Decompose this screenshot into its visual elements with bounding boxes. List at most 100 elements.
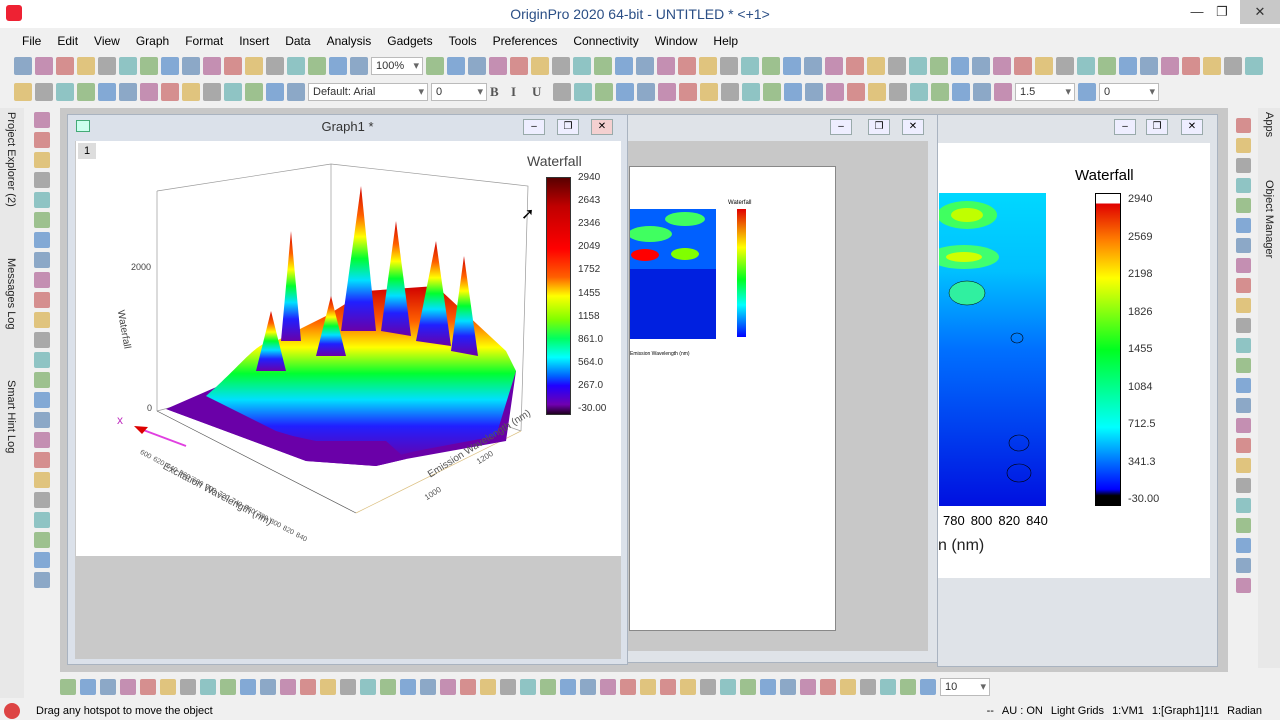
toolbar-button-icon[interactable] xyxy=(350,57,368,75)
toolbar-button-icon[interactable] xyxy=(34,352,50,368)
menu-data[interactable]: Data xyxy=(277,30,318,52)
tab-smart-hint-log[interactable]: Smart Hint Log xyxy=(5,380,17,453)
toolbar-button-icon[interactable] xyxy=(678,57,696,75)
toolbar-button-icon[interactable] xyxy=(287,83,305,101)
window-close-button[interactable]: ✕ xyxy=(591,119,613,135)
window-restore-button[interactable]: ❐ xyxy=(557,119,579,135)
menu-graph[interactable]: Graph xyxy=(128,30,177,52)
toolbar-button-icon[interactable] xyxy=(480,679,496,695)
window-minimize-button[interactable]: – xyxy=(1114,119,1136,135)
toolbar-button-icon[interactable] xyxy=(840,679,856,695)
bottom-font-size-combo[interactable]: 10 xyxy=(940,678,990,696)
toolbar-button-icon[interactable] xyxy=(972,57,990,75)
toolbar-button-icon[interactable] xyxy=(900,679,916,695)
toolbar-button-icon[interactable] xyxy=(1235,178,1251,193)
toolbar-button-icon[interactable] xyxy=(245,83,263,101)
toolbar-button-icon[interactable] xyxy=(658,83,676,101)
toolbar-button-icon[interactable] xyxy=(200,679,216,695)
toolbar-button-icon[interactable] xyxy=(34,292,50,308)
toolbar-button-icon[interactable] xyxy=(847,83,865,101)
toolbar-button-icon[interactable] xyxy=(34,572,50,588)
toolbar-button-icon[interactable] xyxy=(34,432,50,448)
toolbar-button-icon[interactable] xyxy=(140,679,156,695)
toolbar-button-icon[interactable] xyxy=(1235,438,1251,453)
close-button[interactable]: ✕ xyxy=(1240,0,1280,24)
toolbar-button-icon[interactable] xyxy=(1182,57,1200,75)
menu-help[interactable]: Help xyxy=(705,30,746,52)
toolbar-button-icon[interactable] xyxy=(80,679,96,695)
toolbar-button-icon[interactable] xyxy=(700,83,718,101)
graph-window-2[interactable]: – ❐ ✕ Waterfall Emission Wavelength (nm) xyxy=(627,114,938,663)
toolbar-button-icon[interactable] xyxy=(34,492,50,508)
toolbar-button-icon[interactable] xyxy=(1140,57,1158,75)
toolbar-button-icon[interactable] xyxy=(930,57,948,75)
toolbar-button-icon[interactable] xyxy=(531,57,549,75)
tab-project-explorer[interactable]: Project Explorer (2) xyxy=(5,112,17,207)
toolbar-button-icon[interactable] xyxy=(56,83,74,101)
toolbar-button-icon[interactable] xyxy=(805,83,823,101)
toolbar-button-icon[interactable] xyxy=(140,57,158,75)
toolbar-button-icon[interactable] xyxy=(573,57,591,75)
status-item[interactable]: AU : ON xyxy=(1002,702,1043,720)
toolbar-button-icon[interactable] xyxy=(400,679,416,695)
toolbar-button-icon[interactable] xyxy=(1235,318,1251,333)
window-restore-button[interactable]: ❐ xyxy=(868,119,890,135)
toolbar-button-icon[interactable] xyxy=(1056,57,1074,75)
toolbar-button-icon[interactable] xyxy=(34,172,50,188)
status-item[interactable]: Light Grids xyxy=(1051,702,1104,720)
toolbar-button-icon[interactable] xyxy=(14,57,32,75)
toolbar-button-icon[interactable] xyxy=(889,83,907,101)
toolbar-button-icon[interactable] xyxy=(1235,298,1251,313)
toolbar-button-icon[interactable] xyxy=(180,679,196,695)
toolbar-button-icon[interactable] xyxy=(580,679,596,695)
toolbar-button-icon[interactable] xyxy=(1235,578,1251,593)
toolbar-button-icon[interactable] xyxy=(34,212,50,228)
toolbar-button-icon[interactable] xyxy=(34,232,50,248)
toolbar-button-icon[interactable] xyxy=(1235,218,1251,233)
toolbar-button-icon[interactable] xyxy=(34,392,50,408)
toolbar-button-icon[interactable] xyxy=(868,83,886,101)
toolbar-button-icon[interactable] xyxy=(266,83,284,101)
toolbar-button-icon[interactable] xyxy=(1014,57,1032,75)
toolbar-button-icon[interactable] xyxy=(780,679,796,695)
toolbar-button-icon[interactable] xyxy=(98,57,116,75)
x-axis-handle[interactable]: x xyxy=(117,413,123,427)
toolbar-button-icon[interactable] xyxy=(60,679,76,695)
toolbar-button-icon[interactable] xyxy=(447,57,465,75)
toolbar-button-icon[interactable] xyxy=(951,57,969,75)
toolbar-button-icon[interactable] xyxy=(993,57,1011,75)
toolbar-button-icon[interactable] xyxy=(1235,478,1251,493)
toolbar-button-icon[interactable] xyxy=(680,679,696,695)
toolbar-button-icon[interactable] xyxy=(14,83,32,101)
toolbar-button-icon[interactable] xyxy=(380,679,396,695)
toolbar-button-icon[interactable] xyxy=(245,57,263,75)
toolbar-button-icon[interactable] xyxy=(804,57,822,75)
toolbar-button-icon[interactable] xyxy=(224,83,242,101)
toolbar-button-icon[interactable] xyxy=(1119,57,1137,75)
toolbar-button-icon[interactable] xyxy=(636,57,654,75)
toolbar-button-icon[interactable] xyxy=(660,679,676,695)
window-close-button[interactable]: ✕ xyxy=(1181,119,1203,135)
toolbar-button-icon[interactable] xyxy=(888,57,906,75)
toolbar-button-icon[interactable] xyxy=(820,679,836,695)
toolbar-button-icon[interactable] xyxy=(34,372,50,388)
toolbar-button-icon[interactable] xyxy=(741,57,759,75)
toolbar-button-icon[interactable] xyxy=(320,679,336,695)
menu-preferences[interactable]: Preferences xyxy=(485,30,566,52)
toolbar-button-icon[interactable] xyxy=(825,57,843,75)
window-close-button[interactable]: ✕ xyxy=(902,119,924,135)
toolbar-button-icon[interactable] xyxy=(657,57,675,75)
toolbar-button-icon[interactable] xyxy=(637,83,655,101)
toolbar-button-icon[interactable] xyxy=(540,679,556,695)
toolbar-button-icon[interactable] xyxy=(34,452,50,468)
toolbar-button-icon[interactable] xyxy=(595,83,613,101)
maximize-button[interactable]: ❐ xyxy=(1205,0,1239,24)
graph1-window[interactable]: Graph1 * – ❐ ✕ 1 x 2000 0 Waterfall 6006… xyxy=(67,114,628,665)
toolbar-button-icon[interactable] xyxy=(34,152,50,168)
tab-object-manager[interactable]: Object Manager xyxy=(1263,180,1275,258)
toolbar-button-icon[interactable] xyxy=(920,679,936,695)
toolbar-button-icon[interactable] xyxy=(34,552,50,568)
toolbar-button-icon[interactable] xyxy=(34,512,50,528)
toolbar-button-icon[interactable] xyxy=(287,57,305,75)
toolbar-button-icon[interactable] xyxy=(720,679,736,695)
